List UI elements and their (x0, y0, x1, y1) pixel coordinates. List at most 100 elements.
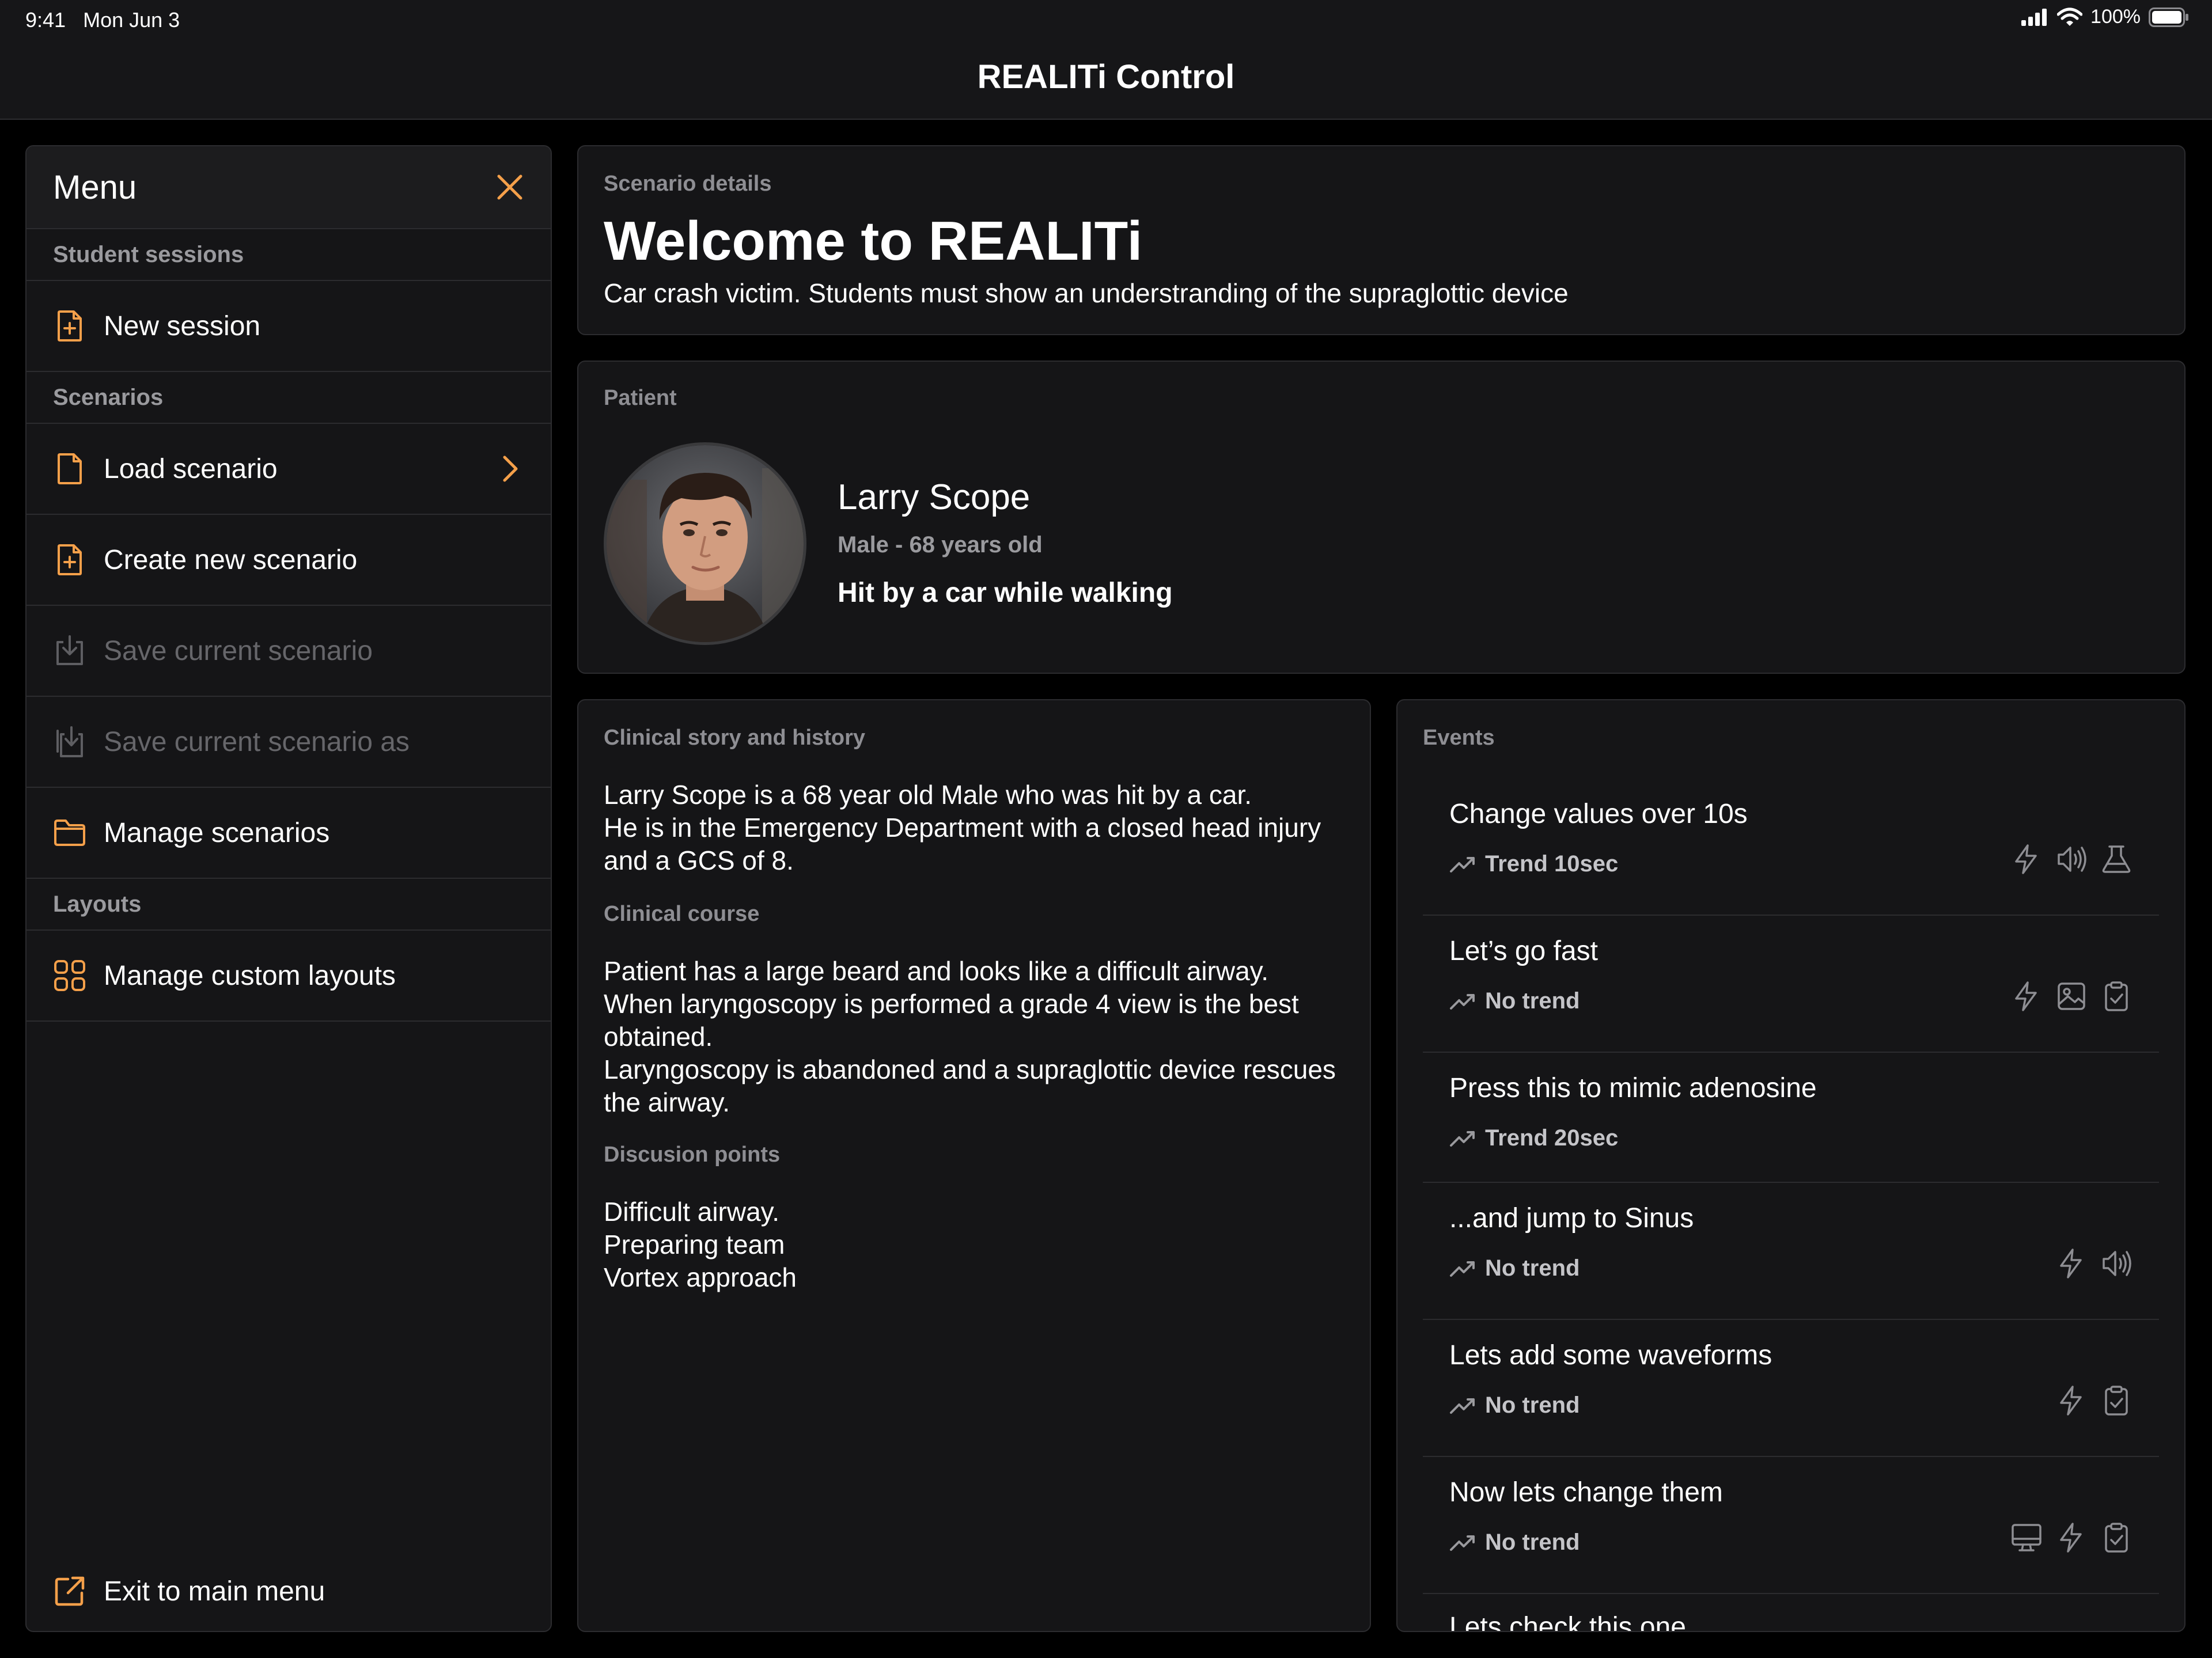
event-item[interactable]: Let’s go fast No trend (1423, 916, 2159, 1053)
bolt-icon (2060, 1249, 2082, 1278)
event-icons (2010, 1522, 2133, 1554)
section-label: Layouts (53, 891, 142, 917)
event-item[interactable]: Change values over 10s Trend 10sec (1423, 779, 2159, 916)
event-item[interactable]: Lets add some waveforms No trend (1423, 1320, 2159, 1457)
event-title: Now lets change them (1449, 1477, 1723, 1508)
folder-icon (54, 819, 85, 846)
menu-header: Menu (26, 146, 551, 229)
event-trend: Trend 10sec (1449, 851, 1618, 877)
event-title: Let’s go fast (1449, 936, 1598, 966)
menu-item-label: Load scenario (104, 453, 278, 484)
event-title: ...and jump to Sinus (1449, 1203, 1694, 1234)
scenario-description: Car crash victim. Students must show an … (604, 278, 1569, 308)
patient-card: Patient Larry Scope Male - 68 years old … (577, 361, 2186, 674)
trend-icon (1450, 1398, 1475, 1414)
avatar (604, 442, 806, 645)
speaker-icon (2103, 1251, 2131, 1276)
menu-item-create-new-scenario[interactable]: Create new scenario (26, 515, 551, 606)
menu-title: Menu (53, 169, 137, 206)
menu-item-label: Save current scenario as (104, 726, 410, 757)
clipboard-icon (2105, 1523, 2128, 1553)
menu-item-label: Create new scenario (104, 544, 358, 575)
clipboard-icon (2105, 1386, 2128, 1416)
exit-to-main-menu-button[interactable]: Exit to main menu (53, 1574, 325, 1608)
clinical-course-text: Patient has a large beard and looks like… (604, 956, 1336, 1117)
section-label: Events (1423, 726, 1495, 750)
scenario-title: Welcome to REALITi (604, 210, 1143, 272)
event-icons (2055, 1247, 2133, 1280)
trend-icon (1450, 856, 1475, 872)
bolt-icon (2060, 1523, 2082, 1553)
wifi-icon (2057, 7, 2083, 26)
battery-icon (2149, 7, 2188, 27)
external-link-icon (55, 1576, 85, 1606)
event-icons (2055, 1384, 2133, 1417)
section-label: Patient (604, 386, 677, 410)
event-item[interactable]: ...and jump to Sinus No trend (1423, 1183, 2159, 1320)
image-icon (2058, 982, 2085, 1010)
event-title: Lets check this one (1449, 1612, 1686, 1632)
event-trend-label: No trend (1485, 988, 1580, 1014)
discussion-points-label: Discusion points (604, 1143, 781, 1167)
app-title: REALITi Control (977, 58, 1235, 96)
grid-icon (54, 960, 85, 991)
file-plus-icon (58, 544, 82, 575)
events-card: Events Change values over 10s Trend 10sec… (1396, 699, 2186, 1632)
status-time: 9:41 (25, 8, 66, 32)
event-title: Press this to mimic adenosine (1449, 1073, 1817, 1103)
clinical-story-card: Clinical story and history Larry Scope i… (577, 699, 1371, 1632)
trend-icon (1450, 1261, 1475, 1277)
section-label: Scenario details (604, 172, 772, 196)
section-label: Student sessions (53, 242, 244, 267)
event-trend: No trend (1449, 1255, 1580, 1281)
app-root: 9:41 Mon Jun 3 100% REALITi Control Menu… (0, 0, 2212, 1658)
flask-icon (2102, 845, 2131, 873)
menu-item-save-current-scenario[interactable]: Save current scenario (26, 606, 551, 697)
event-trend-label: No trend (1485, 1393, 1580, 1418)
section-layouts: Layouts (26, 879, 551, 931)
exit-label: Exit to main menu (104, 1576, 325, 1607)
event-icons (2010, 843, 2133, 875)
clipboard-icon (2105, 981, 2128, 1011)
event-title: Lets add some waveforms (1449, 1340, 1772, 1371)
menu-item-label: Manage scenarios (104, 817, 330, 848)
status-indicators: 100% (2021, 6, 2189, 28)
menu-item-save-current-scenario-as[interactable]: Save current scenario as (26, 697, 551, 788)
clinical-course-label: Clinical course (604, 902, 760, 926)
close-icon[interactable] (495, 173, 524, 202)
save-as-icon (56, 726, 83, 757)
event-item[interactable]: Press this to mimic adenosine Trend 20sec (1423, 1053, 2159, 1183)
file-icon (58, 453, 82, 484)
patient-name: Larry Scope (838, 477, 1031, 517)
menu-item-manage-custom-layouts[interactable]: Manage custom layouts (26, 931, 551, 1022)
patient-info: Male - 68 years old (838, 532, 1043, 557)
section-label: Clinical story and history (604, 726, 865, 750)
bolt-icon (2060, 1386, 2082, 1416)
event-trend-label: Trend 20sec (1485, 1125, 1619, 1151)
section-scenarios: Scenarios (26, 372, 551, 424)
event-item[interactable]: Lets check this one (1423, 1594, 2159, 1632)
sidebar-menu: Menu Student sessions New session Scenar… (25, 145, 552, 1632)
menu-item-load-scenario[interactable]: Load scenario (26, 424, 551, 515)
event-trend-label: No trend (1485, 1530, 1580, 1555)
event-trend: No trend (1449, 988, 1580, 1014)
scenario-details-card: Scenario details Welcome to REALITi Car … (577, 145, 2186, 335)
top-bar: 9:41 Mon Jun 3 100% REALITi Control (0, 0, 2212, 120)
patient-photo (607, 445, 804, 642)
save-icon (56, 635, 83, 665)
menu-item-new-session[interactable]: New session (26, 281, 551, 372)
event-item[interactable]: Now lets change them No trend (1423, 1457, 2159, 1594)
event-trend-label: Trend 10sec (1485, 851, 1619, 877)
discussion-points-text: Difficult airway. Preparing team Vortex … (604, 1197, 797, 1292)
event-trend: Trend 20sec (1449, 1125, 1618, 1151)
menu-item-label: New session (104, 310, 261, 342)
trend-icon (1450, 1130, 1475, 1147)
menu-item-manage-scenarios[interactable]: Manage scenarios (26, 788, 551, 879)
bolt-icon (2015, 981, 2037, 1011)
patient-story: Hit by a car while walking (838, 578, 1173, 608)
trend-icon (1450, 1535, 1475, 1551)
section-student-sessions: Student sessions (26, 229, 551, 281)
bolt-icon (2015, 844, 2037, 874)
clinical-story-text: Larry Scope is a 68 year old Male who wa… (604, 780, 1321, 875)
status-date: Mon Jun 3 (83, 8, 180, 32)
